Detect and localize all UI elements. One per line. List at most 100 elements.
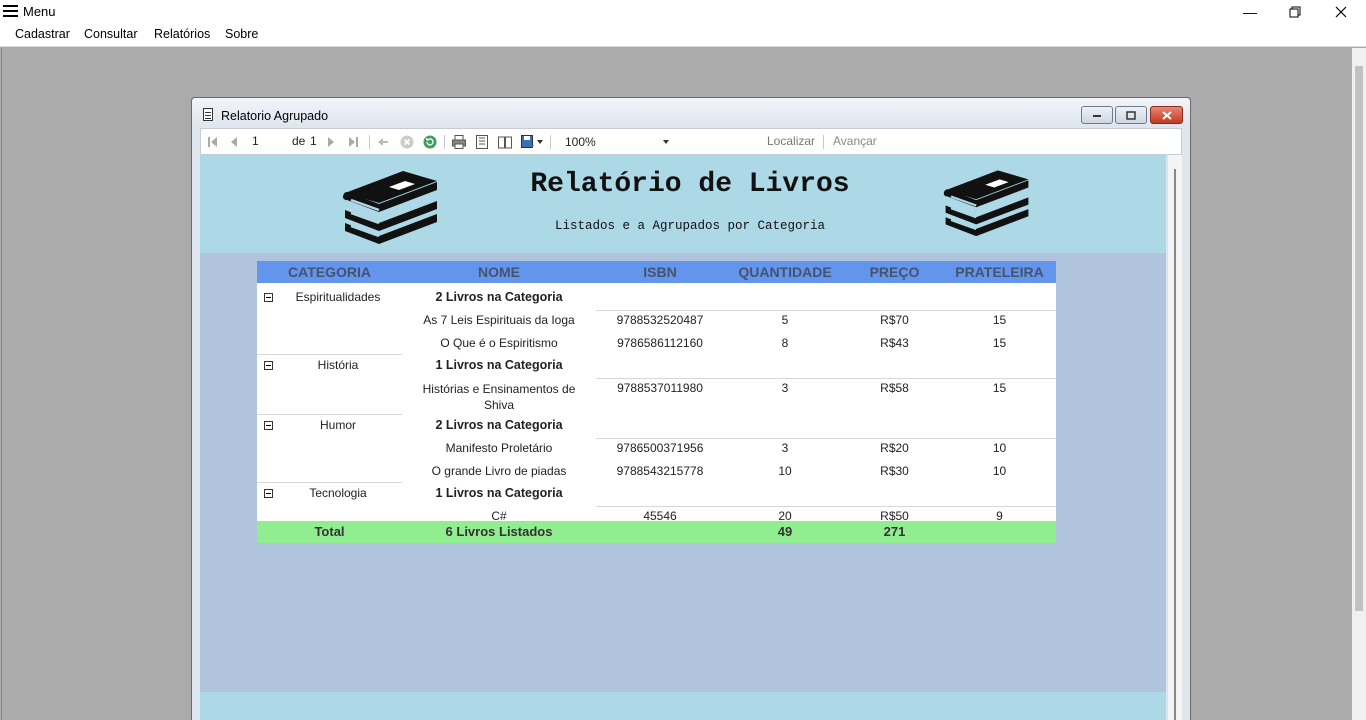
cell-prateleira: 10: [992, 464, 1007, 478]
column-header-nome: NOME: [478, 264, 520, 280]
refresh-icon[interactable]: [422, 134, 438, 150]
page-number-input[interactable]: 1: [252, 134, 259, 148]
row-divider: [596, 506, 1056, 507]
cell-nome: As 7 Leis Espirituais da Ioga: [423, 313, 575, 327]
scrollbar-thumb[interactable]: [1174, 169, 1176, 720]
page-of-label: de: [292, 134, 306, 148]
back-icon[interactable]: [375, 134, 391, 150]
report-table: CATEGORIA NOME ISBN QUANTIDADE PREÇO PRA…: [257, 261, 1056, 543]
total-row: Total 6 Livros Listados 49 271: [257, 521, 1056, 543]
cell-preco: R$30: [880, 464, 909, 478]
child-close-button[interactable]: [1150, 106, 1183, 124]
menu-relatorios[interactable]: Relatórios: [154, 27, 210, 41]
main-titlebar: Menu —: [0, 0, 1366, 23]
toolbar-separator: [444, 135, 445, 149]
close-icon[interactable]: [1318, 0, 1364, 23]
chevron-down-icon: [663, 140, 669, 144]
column-header-prateleira: PRATELEIRA: [955, 264, 1044, 280]
workspace-scrollbar[interactable]: [1352, 48, 1366, 720]
menu-consultar[interactable]: Consultar: [84, 27, 138, 41]
cell-preco: R$58: [880, 381, 909, 395]
stop-icon[interactable]: [399, 134, 415, 150]
total-preco: 271: [883, 524, 906, 539]
child-minimize-button[interactable]: [1081, 106, 1113, 124]
find-button[interactable]: Localizar: [767, 134, 815, 148]
toolbar-separator: [823, 135, 824, 149]
first-page-icon[interactable]: [205, 134, 221, 150]
cell-quantidade: 3: [781, 441, 789, 455]
group-count: 1 Livros na Categoria: [435, 358, 563, 372]
cell-preco: R$43: [880, 336, 909, 350]
group-category: Humor: [319, 418, 356, 432]
group-count: 2 Livros na Categoria: [435, 290, 563, 304]
collapse-icon[interactable]: [264, 361, 273, 370]
cell-quantidade: 3: [781, 381, 789, 395]
cell-nome: Histórias e Ensinamentos de Shiva: [422, 382, 576, 412]
cell-nome: O grande Livro de piadas: [431, 464, 567, 478]
next-page-icon[interactable]: [323, 134, 339, 150]
find-input[interactable]: [684, 130, 759, 153]
toolbar-separator: [369, 135, 370, 149]
column-header-isbn: ISBN: [643, 264, 677, 280]
row-divider: [596, 378, 1056, 379]
cell-nome: O Que é o Espiritismo: [440, 336, 558, 350]
group-category: Tecnologia: [309, 486, 367, 500]
cell-preco: R$20: [880, 441, 909, 455]
group-divider: [257, 414, 402, 415]
find-next-button[interactable]: Avançar: [833, 134, 877, 148]
table-header: CATEGORIA NOME ISBN QUANTIDADE PREÇO PRA…: [257, 261, 1056, 283]
total-pages: 1: [310, 134, 317, 148]
table-body: Espiritualidades 2 Livros na Categoria A…: [257, 283, 1056, 523]
menu-sobre[interactable]: Sobre: [225, 27, 258, 41]
books-icon: [943, 170, 1029, 237]
report-subtitle: Listados e a Agrupados por Categoria: [554, 219, 826, 233]
collapse-icon[interactable]: [264, 421, 273, 430]
cell-isbn: 9788537011980: [617, 381, 703, 395]
page-setup-icon[interactable]: [497, 134, 513, 150]
cell-isbn: 9786500371956: [616, 441, 704, 455]
group-count: 2 Livros na Categoria: [435, 418, 563, 432]
export-dropdown-icon[interactable]: [537, 140, 543, 144]
column-header-quantidade: QUANTIDADE: [738, 264, 832, 280]
toolbar-separator: [550, 135, 551, 149]
minimize-icon[interactable]: —: [1227, 0, 1273, 23]
zoom-select[interactable]: 100%: [558, 132, 673, 151]
total-count: 6 Livros Listados: [445, 524, 553, 539]
menu-cadastrar[interactable]: Cadastrar: [15, 27, 70, 41]
column-header-preco: PREÇO: [869, 264, 920, 280]
report-window-title: Relatorio Agrupado: [221, 109, 329, 123]
row-divider: [596, 438, 1056, 439]
window-title: Menu: [23, 4, 56, 19]
total-label: Total: [314, 524, 345, 539]
last-page-icon[interactable]: [345, 134, 361, 150]
group-category: História: [317, 358, 359, 372]
report-scrollbar[interactable]: [1167, 155, 1182, 720]
report-title: Relatório de Livros: [530, 169, 850, 200]
report-window-titlebar[interactable]: Relatorio Agrupado: [192, 98, 1190, 127]
cell-quantidade: 8: [781, 336, 789, 350]
print-layout-icon[interactable]: [474, 134, 490, 150]
group-divider: [257, 482, 402, 483]
collapse-icon[interactable]: [264, 489, 273, 498]
cell-isbn: 9786586112160: [617, 336, 703, 350]
books-icon: [343, 171, 437, 244]
prev-page-icon[interactable]: [226, 134, 242, 150]
print-icon[interactable]: [451, 134, 467, 150]
cell-quantidade: 10: [778, 464, 792, 478]
restore-icon[interactable]: [1272, 0, 1318, 23]
cell-prateleira: 10: [992, 441, 1007, 455]
collapse-icon[interactable]: [264, 293, 273, 302]
cell-isbn: 9788543215778: [616, 464, 704, 478]
export-icon[interactable]: [520, 134, 536, 150]
cell-prateleira: 15: [992, 313, 1007, 327]
column-header-categoria: CATEGORIA: [288, 264, 371, 280]
cell-prateleira: 15: [992, 381, 1007, 395]
report-header: Relatório de Livros Listados e a Agrupad…: [200, 155, 1166, 253]
scrollbar-thumb[interactable]: [1355, 66, 1363, 611]
zoom-value: 100%: [565, 135, 596, 149]
menu-icon: [3, 5, 18, 18]
cell-prateleira: 15: [992, 336, 1007, 350]
child-restore-button[interactable]: [1115, 106, 1147, 124]
report-window: Relatorio Agrupado 1 de 1 100% Localizar…: [191, 97, 1191, 720]
report-icon: [203, 108, 213, 121]
